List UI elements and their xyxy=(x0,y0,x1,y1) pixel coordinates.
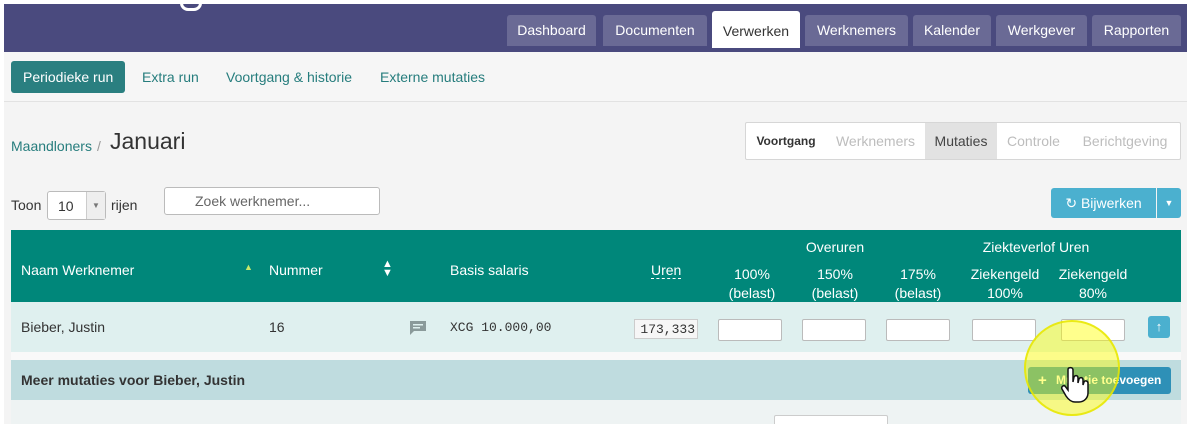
update-dropdown-button[interactable]: ▼ xyxy=(1157,188,1181,218)
header-sick-100: Ziekengeld 100% xyxy=(965,265,1045,303)
header-overtime-175-line1: 175% xyxy=(900,266,936,282)
header-number[interactable]: Nummer xyxy=(269,262,323,278)
refresh-icon: ↻ xyxy=(1065,195,1078,211)
mutation-detail-area xyxy=(11,400,1181,424)
header-sick-100-line2: 100% xyxy=(987,285,1023,301)
header-sick-80: Ziekengeld 80% xyxy=(1053,265,1133,303)
sick-100-input[interactable] xyxy=(972,319,1036,341)
tab-kalender[interactable]: Kalender xyxy=(913,15,991,46)
caret-down-icon: ▼ xyxy=(1164,198,1174,208)
header-overtime-100-line1: 100% xyxy=(734,266,770,282)
base-salary: XCG 10.000,00 xyxy=(450,320,552,335)
subnav-voortgang-historie[interactable]: Voortgang & historie xyxy=(226,61,352,93)
overtime-175-input[interactable] xyxy=(886,319,950,341)
employee-number: 16 xyxy=(269,319,285,335)
collapse-button[interactable]: ↑ xyxy=(1148,316,1170,338)
header-sick-80-line2: 80% xyxy=(1078,285,1108,301)
tab-documenten[interactable]: Documenten xyxy=(603,15,707,46)
tab-verwerken[interactable]: Verwerken xyxy=(712,11,800,48)
rows-label: rijen xyxy=(111,197,138,213)
table-header: Naam Werknemer ▲ Nummer ▲ ▼ Basis salaris… xyxy=(11,230,1181,302)
app-frame: Dashboard Documenten Verwerken Werknemer… xyxy=(4,4,1187,424)
page-title: Januari xyxy=(110,128,186,154)
subnav-externe-mutaties[interactable]: Externe mutaties xyxy=(380,61,485,93)
process-steps: Voortgang Werknemers Mutaties Controle B… xyxy=(745,122,1181,160)
hand-cursor-icon xyxy=(1060,366,1090,404)
subnav-extra-run[interactable]: Extra run xyxy=(142,61,199,93)
top-navbar: Dashboard Documenten Verwerken Werknemer… xyxy=(4,4,1187,52)
update-button-label: Bijwerken xyxy=(1080,195,1142,211)
more-mutations-label: Meer mutaties voor Bieber, Justin xyxy=(21,372,246,388)
sort-asc-icon[interactable]: ▲ xyxy=(244,262,253,272)
sub-navigation: Periodieke run Extra run Voortgang & his… xyxy=(4,52,1187,102)
header-overtime-150: 150% (belast) xyxy=(803,265,867,303)
header-overtime-100-line2: (belast) xyxy=(728,285,776,301)
logo xyxy=(180,4,202,11)
page-size-select[interactable]: 10 ▼ xyxy=(47,191,106,220)
hours-value: 173,333 xyxy=(634,319,698,339)
step-voortgang[interactable]: Voortgang xyxy=(746,123,826,159)
row-separator xyxy=(11,352,1181,360)
header-overtime-150-line2: (belast) xyxy=(811,285,859,301)
step-controle[interactable]: Controle xyxy=(997,123,1070,159)
chevron-down-icon[interactable]: ▼ xyxy=(86,192,105,219)
header-overtime-175-line2: (belast) xyxy=(894,285,942,301)
table-row: Bieber, Justin 16 XCG 10.000,00 173,333 … xyxy=(11,302,1181,352)
sort-icon[interactable]: ▲ ▼ xyxy=(382,259,393,279)
arrow-up-icon: ↑ xyxy=(1155,319,1163,334)
overtime-150-input[interactable] xyxy=(802,319,866,341)
overtime-100-input[interactable] xyxy=(718,319,782,341)
header-overtime-150-line1: 150% xyxy=(817,266,853,282)
header-sick-100-line1: Ziekengeld xyxy=(970,266,1040,282)
header-sick-group: Ziekteverlof Uren xyxy=(982,239,1090,255)
step-mutaties[interactable]: Mutaties xyxy=(925,123,997,159)
comment-icon[interactable] xyxy=(409,320,427,339)
subnav-periodieke-run[interactable]: Periodieke run xyxy=(11,61,126,93)
header-base-salary: Basis salaris xyxy=(450,262,529,278)
header-hours[interactable]: Uren xyxy=(651,262,682,279)
header-overtime-group: Overuren xyxy=(805,239,865,255)
breadcrumb-separator: / xyxy=(97,138,101,154)
step-werknemers[interactable]: Werknemers xyxy=(826,123,925,159)
mutation-input[interactable] xyxy=(774,415,888,424)
search-input[interactable] xyxy=(164,187,380,215)
employee-name: Bieber, Justin xyxy=(21,319,106,335)
more-mutations-row: Meer mutaties voor Bieber, Justin + Muta… xyxy=(11,360,1181,400)
tab-werkgever[interactable]: Werkgever xyxy=(996,15,1087,46)
tab-rapporten[interactable]: Rapporten xyxy=(1092,15,1181,46)
page-size-value: 10 xyxy=(58,198,74,214)
update-button[interactable]: ↻ Bijwerken xyxy=(1051,188,1156,218)
tab-dashboard[interactable]: Dashboard xyxy=(507,15,596,46)
step-berichtgeving[interactable]: Berichtgeving xyxy=(1070,123,1180,159)
header-overtime-175: 175% (belast) xyxy=(886,265,950,303)
header-overtime-100: 100% (belast) xyxy=(720,265,784,303)
header-name[interactable]: Naam Werknemer xyxy=(21,262,134,278)
header-sick-80-line1: Ziekengeld xyxy=(1058,266,1128,282)
show-label: Toon xyxy=(11,197,42,213)
tab-werknemers[interactable]: Werknemers xyxy=(805,15,908,46)
breadcrumb-parent[interactable]: Maandloners xyxy=(11,138,92,154)
